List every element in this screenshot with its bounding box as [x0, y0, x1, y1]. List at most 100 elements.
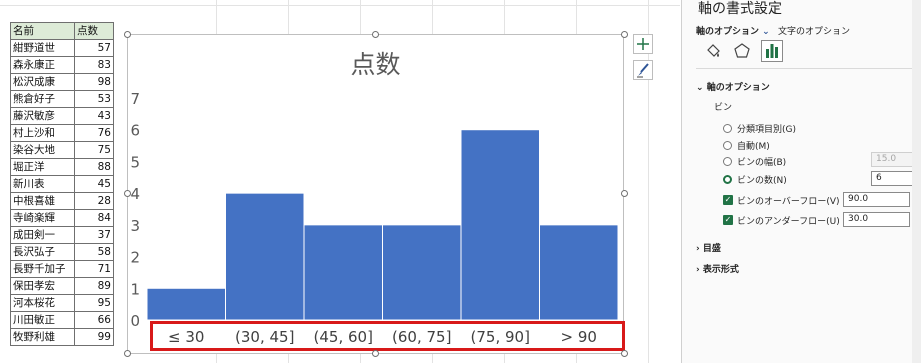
histogram-bar[interactable] — [539, 224, 619, 321]
score-cell[interactable]: 75 — [74, 141, 114, 159]
chevron-right-icon: › — [696, 265, 700, 275]
score-cell[interactable]: 95 — [74, 294, 114, 312]
score-cell[interactable]: 76 — [74, 124, 114, 142]
section-number-format[interactable]: › 表示形式 — [696, 262, 739, 275]
radio-by-category[interactable] — [723, 124, 732, 133]
table-row: 紺野道世 57 — [10, 39, 114, 57]
histogram-bar[interactable] — [146, 287, 226, 321]
pane-scrollbar[interactable] — [912, 0, 921, 363]
histogram-bar[interactable] — [382, 224, 462, 321]
format-axis-pane[interactable]: 軸の書式設定 軸のオプション ⌄ 文字のオプション ⌄ 軸のオプション ビン 分… — [681, 0, 921, 363]
name-cell[interactable]: 牧野利雄 — [10, 328, 75, 346]
plot-area[interactable]: 01234567≤ 30 (30, 45] (45, 60] (60, 75] (75,… — [128, 35, 625, 355]
header-score-cell[interactable]: 点数 — [74, 22, 114, 40]
resize-handle[interactable] — [621, 190, 628, 197]
y-tick-label[interactable]: 6 — [130, 122, 140, 140]
histogram-bar[interactable] — [460, 129, 540, 321]
section-axis-options[interactable]: ⌄ 軸のオプション — [696, 80, 770, 93]
chevron-right-icon: › — [696, 244, 700, 254]
resize-handle[interactable] — [124, 190, 131, 197]
paint-bucket-icon[interactable] — [704, 42, 722, 60]
name-cell[interactable]: 藤沢敏彦 — [10, 107, 75, 125]
y-tick-label[interactable]: 0 — [130, 312, 140, 330]
score-cell[interactable]: 66 — [74, 311, 114, 329]
histogram-bar[interactable] — [303, 224, 383, 321]
option-auto[interactable]: 自動(M) — [737, 139, 770, 152]
name-cell[interactable]: 森永康正 — [10, 56, 75, 74]
score-cell[interactable]: 28 — [74, 192, 114, 210]
score-cell[interactable]: 53 — [74, 90, 114, 108]
name-cell[interactable]: 川田敏正 — [10, 311, 75, 329]
table-row: 成田剣一 37 — [10, 226, 114, 244]
score-cell[interactable]: 43 — [74, 107, 114, 125]
underflow-checkbox[interactable]: ✓ — [723, 215, 733, 225]
score-cell[interactable]: 57 — [74, 39, 114, 57]
name-cell[interactable]: 松沢成康 — [10, 73, 75, 91]
overflow-input[interactable]: 90.0 — [843, 192, 910, 207]
score-table[interactable]: 名前 点数 紺野道世 57 森永康正 83 松沢成康 98 熊倉好子 53 藤沢敏彦 43 村上沙和 76… — [10, 22, 114, 346]
option-by-category[interactable]: 分類項目別(G) — [737, 122, 796, 135]
score-cell[interactable]: 99 — [74, 328, 114, 346]
name-cell[interactable]: 寺崎楽輝 — [10, 209, 75, 227]
radio-auto[interactable] — [723, 141, 732, 150]
axis-options-icon-tab[interactable] — [761, 40, 783, 62]
option-underflow[interactable]: ビンのアンダーフロー(U) — [737, 214, 840, 227]
y-tick-label[interactable]: 2 — [130, 249, 140, 267]
name-cell[interactable]: 染谷大地 — [10, 141, 75, 159]
y-tick-label[interactable]: 5 — [130, 153, 140, 171]
name-cell[interactable]: 保田孝宏 — [10, 277, 75, 295]
resize-handle[interactable] — [124, 350, 131, 357]
resize-handle[interactable] — [124, 31, 131, 38]
score-cell[interactable]: 58 — [74, 243, 114, 261]
y-tick-label[interactable]: 4 — [130, 185, 140, 203]
overflow-checkbox[interactable]: ✓ — [723, 195, 733, 205]
name-cell[interactable]: 新川表 — [10, 175, 75, 193]
option-bin-width[interactable]: ビンの幅(B) — [737, 155, 786, 168]
y-tick-label[interactable]: 7 — [130, 90, 140, 108]
y-tick-label[interactable]: 3 — [130, 217, 140, 235]
table-row: 長沢弘子 58 — [10, 243, 114, 261]
resize-handle[interactable] — [372, 31, 379, 38]
resize-handle[interactable] — [621, 350, 628, 357]
score-cell[interactable]: 45 — [74, 175, 114, 193]
chart-elements-button[interactable] — [633, 34, 653, 54]
name-cell[interactable]: 紺野道世 — [10, 39, 75, 57]
name-cell[interactable]: 成田剣一 — [10, 226, 75, 244]
radio-bin-count[interactable] — [723, 175, 732, 184]
name-cell[interactable]: 村上沙和 — [10, 124, 75, 142]
table-row: 川田敏正 66 — [10, 311, 114, 329]
name-cell[interactable]: 長沢弘子 — [10, 243, 75, 261]
score-cell[interactable]: 84 — [74, 209, 114, 227]
section-label: 表示形式 — [702, 265, 739, 275]
table-row: 村上沙和 76 — [10, 124, 114, 142]
underflow-input[interactable]: 30.0 — [843, 212, 910, 227]
pentagon-icon[interactable] — [733, 42, 751, 60]
score-cell[interactable]: 89 — [74, 277, 114, 295]
name-cell[interactable]: 熊倉好子 — [10, 90, 75, 108]
name-cell[interactable]: 河本桜花 — [10, 294, 75, 312]
name-cell[interactable]: 中根喜雄 — [10, 192, 75, 210]
header-name-cell[interactable]: 名前 — [10, 22, 75, 40]
radio-bin-width[interactable] — [723, 157, 732, 166]
score-cell[interactable]: 88 — [74, 158, 114, 176]
tab-text-options[interactable]: 文字のオプション — [778, 24, 850, 37]
horizontal-axis-selection[interactable] — [150, 321, 625, 351]
histogram-bar[interactable] — [225, 192, 305, 321]
chart-styles-button[interactable] — [633, 60, 653, 80]
histogram-chart[interactable]: 点数 0 1 2 3 4 5 6 7 ≤ 30 (30, 45] (45, 60] (60, 75](… — [127, 34, 625, 355]
section-label: 目盛 — [702, 244, 721, 254]
score-cell[interactable]: 37 — [74, 226, 114, 244]
y-tick-label[interactable]: 1 — [130, 280, 140, 298]
option-overflow[interactable]: ビンのオーバーフロー(V) — [737, 194, 840, 207]
score-cell[interactable]: 98 — [74, 73, 114, 91]
name-cell[interactable]: 堀正洋 — [10, 158, 75, 176]
score-cell[interactable]: 83 — [74, 56, 114, 74]
resize-handle[interactable] — [372, 350, 379, 357]
section-ticks[interactable]: › 目盛 — [696, 241, 721, 254]
name-cell[interactable]: 長野千加子 — [10, 260, 75, 278]
tab-axis-options[interactable]: 軸のオプション ⌄ — [696, 24, 770, 37]
score-cell[interactable]: 71 — [74, 260, 114, 278]
resize-handle[interactable] — [621, 31, 628, 38]
table-row: 堀正洋 88 — [10, 158, 114, 176]
option-bin-count[interactable]: ビンの数(N) — [737, 173, 787, 186]
